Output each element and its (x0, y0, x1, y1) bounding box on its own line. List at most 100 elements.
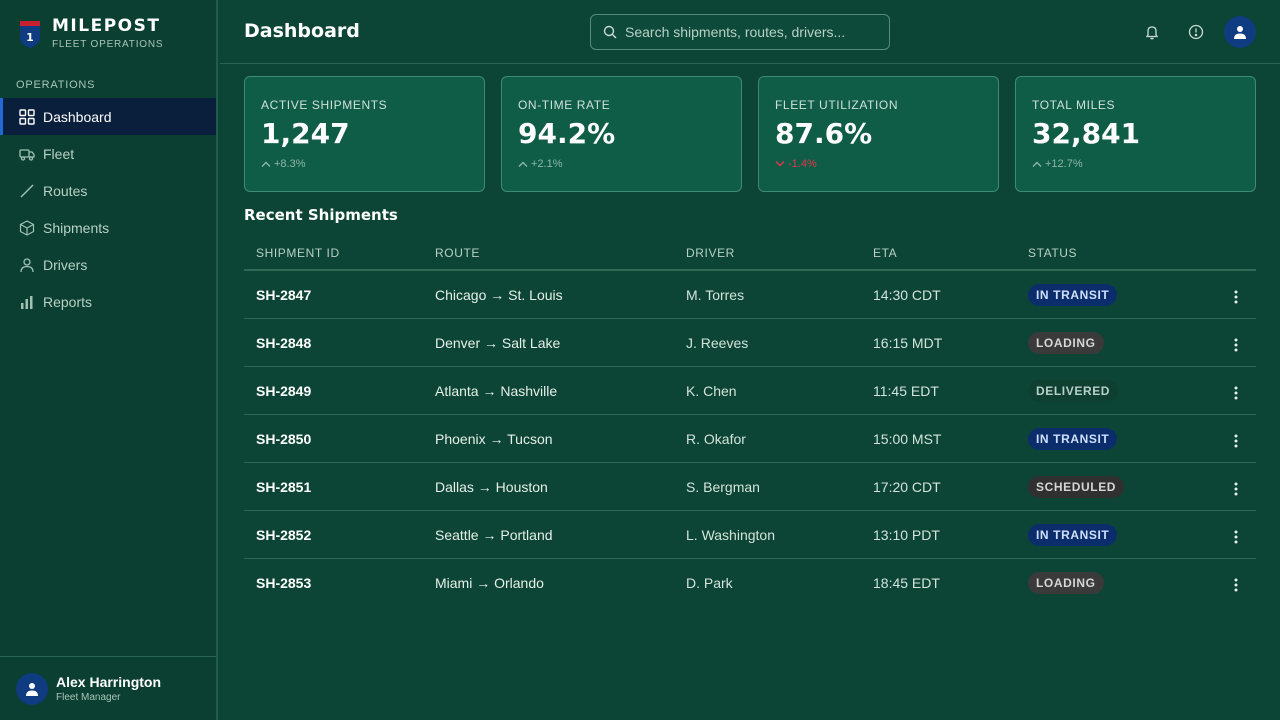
shipment-eta: 16:15 MDT (873, 335, 943, 351)
shipment-eta: 18:45 EDT (873, 575, 940, 591)
search-input[interactable] (625, 24, 875, 40)
svg-text:1: 1 (26, 31, 34, 44)
more-options-icon[interactable] (1226, 479, 1246, 499)
grid-icon (19, 108, 35, 125)
table-row[interactable]: SH-2849 Atlanta → Nashville K. Chen 11:45 E… (244, 367, 1256, 415)
shipment-id[interactable]: SH-2853 (256, 575, 311, 591)
table-row[interactable]: SH-2853 Miami → Orlando D. Park 18:45 EDT LO… (244, 559, 1256, 607)
more-options-icon[interactable] (1226, 383, 1246, 403)
brand-name: MILEPOST (52, 16, 161, 36)
stat-value: 32,841 (1032, 117, 1141, 150)
avatar[interactable] (1224, 16, 1256, 48)
stat-delta: -1.4% (788, 158, 817, 170)
shipment-route: Chicago → St. Louis (435, 287, 563, 303)
route-icon (19, 183, 35, 199)
sidebar-item-fleet[interactable]: Fleet (0, 135, 216, 172)
more-options-icon[interactable] (1226, 335, 1246, 355)
bell-icon[interactable] (1142, 22, 1162, 42)
status-badge: LOADING (1028, 332, 1104, 354)
shipment-id[interactable]: SH-2848 (256, 335, 311, 351)
column-header-route[interactable]: ROUTE (435, 246, 480, 260)
more-options-icon[interactable] (1226, 431, 1246, 451)
sidebar-nav: Dashboard Fleet Routes Shipments Drivers… (0, 98, 216, 320)
shipment-id[interactable]: SH-2851 (256, 479, 311, 495)
column-header-eta[interactable]: ETA (873, 246, 897, 260)
more-options-icon[interactable] (1226, 575, 1246, 595)
shipment-eta: 17:20 CDT (873, 479, 941, 495)
trend-up-icon (261, 160, 271, 168)
trend-up-icon (1032, 160, 1042, 168)
table-header: SHIPMENT ID ROUTE DRIVER ETA STATUS (244, 234, 1256, 271)
trend-down-icon (775, 160, 785, 168)
shipment-id[interactable]: SH-2847 (256, 287, 311, 303)
stat-label: TOTAL MILES (1032, 98, 1116, 112)
status-badge: DELIVERED (1028, 380, 1119, 402)
column-header-driver[interactable]: DRIVER (686, 246, 735, 260)
brand-subtitle: FLEET OPERATIONS (52, 39, 164, 50)
top-header: Dashboard (220, 0, 1280, 64)
table-row[interactable]: SH-2852 Seattle → Portland L. Washington 13… (244, 511, 1256, 559)
sidebar-item-label: Dashboard (43, 108, 112, 125)
sidebar-item-label: Shipments (43, 219, 110, 236)
interstate-shield-icon: 1 (18, 19, 42, 49)
stat-delta: +2.1% (531, 158, 563, 170)
stat-label: ON-TIME RATE (518, 98, 611, 112)
stat-card-active-shipments[interactable]: ACTIVE SHIPMENTS 1,247 +8.3% (244, 76, 485, 192)
shipment-id[interactable]: SH-2850 (256, 431, 311, 447)
avatar (16, 672, 48, 705)
stat-card-fleet-utilization[interactable]: FLEET UTILIZATION 87.6% -1.4% (758, 76, 999, 192)
sidebar-item-drivers[interactable]: Drivers (0, 246, 216, 283)
sidebar-item-dashboard[interactable]: Dashboard (0, 98, 216, 135)
current-user[interactable]: Alex Harrington Fleet Manager (0, 656, 216, 720)
shipment-id[interactable]: SH-2852 (256, 527, 311, 543)
shipment-driver: M. Torres (686, 287, 745, 303)
search-icon (603, 25, 617, 39)
column-header-status[interactable]: STATUS (1028, 246, 1077, 260)
shipment-driver: L. Washington (686, 527, 775, 543)
alert-icon[interactable] (1186, 22, 1206, 42)
brand[interactable]: 1 MILEPOST FLEET OPERATIONS (18, 16, 163, 50)
box-icon (19, 219, 35, 236)
stat-value: 87.6% (775, 117, 873, 150)
more-options-icon[interactable] (1226, 527, 1246, 547)
shipment-route: Miami → Orlando (435, 575, 544, 591)
table-row[interactable]: SH-2850 Phoenix → Tucson R. Okafor 15:00 MS… (244, 415, 1256, 463)
sidebar-item-label: Reports (43, 293, 93, 310)
stat-label: FLEET UTILIZATION (775, 98, 899, 112)
stat-card-on-time-rate[interactable]: ON-TIME RATE 94.2% +2.1% (501, 76, 742, 192)
sidebar-item-label: Drivers (43, 256, 88, 273)
sidebar-item-label: Fleet (43, 145, 75, 162)
stat-delta: +8.3% (274, 158, 306, 170)
shipment-route: Atlanta → Nashville (435, 383, 558, 399)
shipment-route: Phoenix → Tucson (435, 431, 553, 447)
status-badge: IN TRANSIT (1028, 428, 1118, 450)
bar-chart-icon (19, 294, 35, 310)
more-options-icon[interactable] (1226, 287, 1246, 307)
search-box[interactable] (590, 14, 890, 50)
column-header-shipment-id[interactable]: SHIPMENT ID (256, 246, 340, 260)
sidebar-item-label: Routes (43, 182, 88, 199)
shipment-driver: K. Chen (686, 383, 737, 399)
table-row[interactable]: SH-2847 Chicago → St. Louis M. Torres 14:30… (244, 271, 1256, 319)
sidebar: 1 MILEPOST FLEET OPERATIONS OPERATIONS D… (0, 0, 218, 720)
shipment-route: Dallas → Houston (435, 479, 548, 495)
trend-up-icon (518, 160, 528, 168)
status-badge: IN TRANSIT (1028, 284, 1118, 306)
stat-value: 94.2% (518, 117, 616, 150)
shipment-route: Denver → Salt Lake (435, 335, 561, 351)
sidebar-item-routes[interactable]: Routes (0, 172, 216, 209)
shipment-eta: 11:45 EDT (873, 383, 939, 399)
sidebar-item-shipments[interactable]: Shipments (0, 209, 216, 246)
shipment-driver: J. Reeves (686, 335, 749, 351)
section-title: Recent Shipments (244, 206, 398, 224)
shipment-id[interactable]: SH-2849 (256, 383, 311, 399)
nav-heading: OPERATIONS (16, 79, 96, 91)
table-body: SH-2847 Chicago → St. Louis M. Torres 14:30… (244, 271, 1256, 607)
table-row[interactable]: SH-2848 Denver → Salt Lake J. Reeves 16:15 … (244, 319, 1256, 367)
stat-card-total-miles[interactable]: TOTAL MILES 32,841 +12.7% (1015, 76, 1256, 192)
stat-cards: ACTIVE SHIPMENTS 1,247 +8.3% ON-TIME RAT… (244, 76, 1256, 192)
table-row[interactable]: SH-2851 Dallas → Houston S. Bergman 17:20 C… (244, 463, 1256, 511)
sidebar-item-reports[interactable]: Reports (0, 283, 216, 320)
shipment-eta: 15:00 MST (873, 431, 942, 447)
shipment-driver: R. Okafor (686, 431, 746, 447)
